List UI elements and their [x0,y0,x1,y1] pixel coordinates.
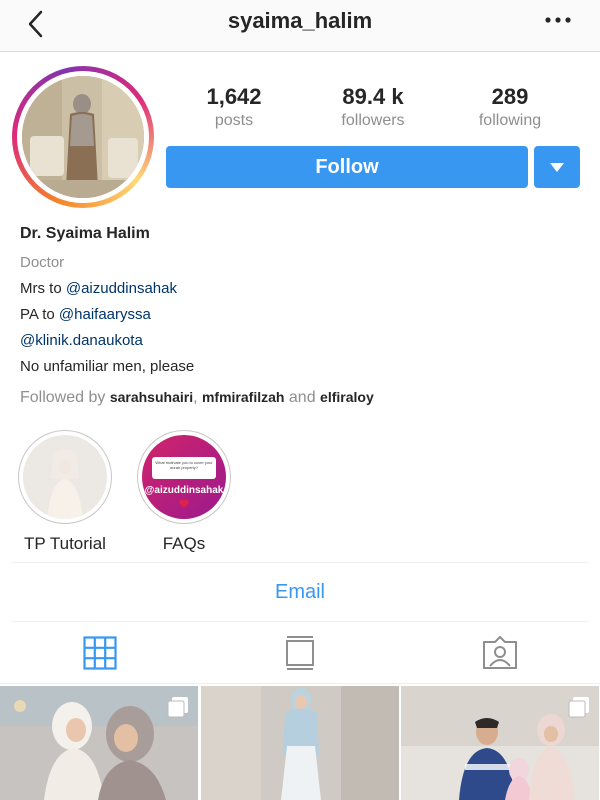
profile-tabs [0,622,600,684]
contact-row: Email [12,562,588,622]
story-highlight-faqs[interactable]: What motivate you to cover your aurah pr… [134,430,234,554]
followed-by-text[interactable]: Followed by sarahsuhairi, mfmirafilzah a… [20,384,580,411]
profile-category: Doctor [20,254,65,271]
post-thumbnail[interactable] [0,686,199,800]
profile-avatar[interactable] [12,66,154,208]
profile-full-name: Dr. Syaima Halim [20,225,150,242]
bio-line-3: @klinik.danaukota [20,328,580,354]
bio-line-2: PA to @haifaaryssa [20,306,151,323]
profile-username-title: syaima_halim [227,8,373,33]
tab-tagged[interactable] [400,622,600,683]
posts-label: posts [214,112,254,129]
caret-down-icon [550,162,564,172]
mention-link-haifaaryssa[interactable]: @haifaaryssa [59,306,151,323]
followers-label: followers [341,112,405,129]
followers-stat[interactable]: 89.4 k followers [313,84,433,130]
highlight-label: FAQs [162,534,206,553]
highlight-cover-image: What motivate you to cover your aurah pr… [142,435,226,519]
more-options-button[interactable] [538,8,578,32]
bio-line-1: Mrs to @aizuddinsahak [20,280,177,297]
follow-button[interactable]: Follow [166,146,528,188]
top-nav-bar: syaima_halim [0,0,600,52]
post-thumbnail[interactable] [401,686,600,800]
profile-bio: Dr. Syaima Halim Doctor Mrs to @aizuddin… [20,224,580,411]
highlight-label: TP Tutorial [24,534,106,553]
story-question-box: What motivate you to cover your aurah pr… [152,457,216,479]
story-mention-tag: @aizuddinsahak [144,485,224,496]
feed-icon [286,635,314,670]
bio-line-4: No unfamiliar men, please [20,358,195,375]
posts-stat: 1,642 posts [174,84,294,130]
following-label: following [478,112,542,129]
avatar-photo [22,76,144,198]
followers-count: 89.4 k [342,84,404,109]
multiple-posts-icon [167,697,188,718]
tab-grid[interactable] [0,622,200,683]
mention-link-aizuddinsahak[interactable]: @aizuddinsahak [66,280,177,297]
post-thumbnail[interactable] [200,686,400,800]
posts-count: 1,642 [206,84,262,109]
posts-grid [0,686,600,800]
more-horizontal-icon [545,17,571,23]
mention-link-klinik-danaukota[interactable]: @klinik.danaukota [20,332,143,349]
story-highlight-tp-tutorial[interactable]: TP Tutorial [15,430,115,554]
email-button[interactable]: Email [275,581,325,604]
heart-icon [179,499,189,508]
following-stat[interactable]: 289 following [450,84,570,130]
tagged-icon [483,635,517,669]
multiple-posts-icon [568,697,590,718]
follower-user-3[interactable]: elfiraloy [320,389,374,405]
suggested-dropdown-button[interactable] [534,146,580,188]
grid-icon [83,635,117,670]
follower-user-2[interactable]: mfmirafilzah [202,389,284,405]
tab-feed[interactable] [200,622,400,683]
highlight-cover-image [23,435,107,519]
follower-user-1[interactable]: sarahsuhairi [110,389,193,405]
following-count: 289 [491,84,529,109]
